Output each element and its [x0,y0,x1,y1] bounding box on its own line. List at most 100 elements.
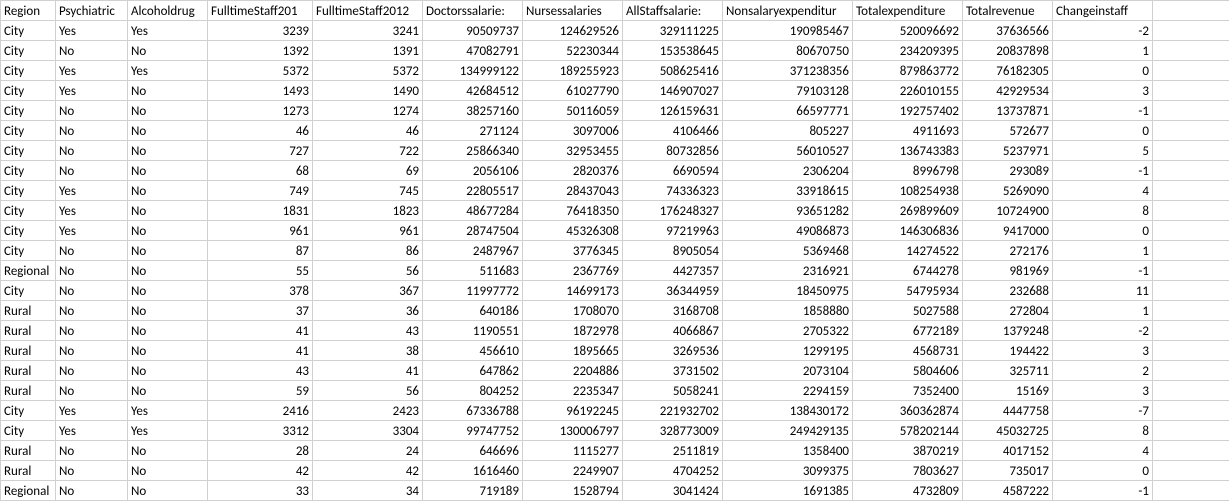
cell-blank[interactable] [1153,41,1229,61]
cell[interactable]: 3041424 [623,481,723,501]
cell[interactable]: 1691385 [723,481,853,501]
cell[interactable]: 2056106 [423,161,523,181]
cell-blank[interactable] [1153,341,1229,361]
cell[interactable]: 735017 [963,461,1053,481]
cell[interactable]: 1493 [208,81,313,101]
cell[interactable]: 61027790 [523,81,623,101]
cell[interactable]: -1 [1053,101,1153,121]
cell[interactable]: 1274 [313,101,423,121]
table-row[interactable]: CityNoNo72772225866340329534558073285656… [1,141,1229,161]
cell[interactable]: 572677 [963,121,1053,141]
cell[interactable]: 234209395 [853,41,963,61]
cell[interactable]: 37 [208,301,313,321]
cell[interactable]: 6744278 [853,261,963,281]
cell[interactable]: -1 [1053,261,1153,281]
table-row[interactable]: CityYesYes537253721349991221892559235086… [1,61,1229,81]
cell[interactable]: 3168708 [623,301,723,321]
cell[interactable]: Yes [128,401,208,421]
cell[interactable]: 2204886 [523,361,623,381]
cell-blank[interactable] [1153,381,1229,401]
cell[interactable]: 48677284 [423,201,523,221]
cell[interactable]: 2820376 [523,161,623,181]
cell[interactable]: No [128,361,208,381]
cell[interactable]: 36 [313,301,423,321]
cell-blank[interactable] [1153,81,1229,101]
cell[interactable]: 28437043 [523,181,623,201]
cell[interactable]: No [128,281,208,301]
cell[interactable]: 49086873 [723,221,853,241]
cell[interactable]: 3269536 [623,341,723,361]
cell[interactable]: 2235347 [523,381,623,401]
cell[interactable]: No [128,161,208,181]
cell[interactable]: No [128,101,208,121]
cell[interactable]: 41 [208,341,313,361]
cell[interactable]: 4017152 [963,441,1053,461]
cell[interactable]: 1273 [208,101,313,121]
cell[interactable]: 37636566 [963,21,1053,41]
cell[interactable]: 0 [1053,221,1153,241]
cell[interactable]: City [1,181,56,201]
table-row[interactable]: RuralNoNo5956804252223534750582412294159… [1,381,1229,401]
cell[interactable]: 1299195 [723,341,853,361]
cell[interactable]: Rural [1,381,56,401]
cell[interactable]: No [128,81,208,101]
cell-blank[interactable] [1153,141,1229,161]
table-row[interactable]: RegionalNoNo3334719189152879430414241691… [1,481,1229,501]
cell[interactable]: 727 [208,141,313,161]
cell[interactable]: No [56,161,128,181]
cell[interactable]: 93651282 [723,201,853,221]
cell[interactable]: 2073104 [723,361,853,381]
cell[interactable]: City [1,161,56,181]
cell[interactable]: 5372 [208,61,313,81]
cell[interactable]: 1 [1053,241,1153,261]
cell[interactable]: No [56,481,128,501]
cell[interactable]: 42 [313,461,423,481]
cell[interactable]: 0 [1053,461,1153,481]
cell[interactable]: No [128,141,208,161]
cell[interactable]: 4568731 [853,341,963,361]
cell[interactable]: 7803627 [853,461,963,481]
cell[interactable]: 508625416 [623,61,723,81]
cell[interactable]: No [56,41,128,61]
cell[interactable]: No [56,301,128,321]
cell[interactable]: 190985467 [723,21,853,41]
cell[interactable]: 722 [313,141,423,161]
cell[interactable]: 269899609 [853,201,963,221]
table-row[interactable]: CityNoNo12731274382571605011605912615963… [1,101,1229,121]
cell[interactable]: 96192245 [523,401,623,421]
data-table[interactable]: RegionPsychiatricAlcoholdrugFulltimeStaf… [0,0,1229,501]
column-header[interactable]: FulltimeStaff2012 [313,1,423,21]
cell[interactable]: 28 [208,441,313,461]
cell[interactable]: No [128,341,208,361]
cell[interactable]: No [128,481,208,501]
cell-blank[interactable] [1153,321,1229,341]
cell[interactable]: 138430172 [723,401,853,421]
cell[interactable]: No [56,441,128,461]
cell[interactable]: 3776345 [523,241,623,261]
cell[interactable]: 4911693 [853,121,963,141]
cell[interactable]: 4 [1053,441,1153,461]
table-row[interactable]: RuralNoNo4341647862220488637315022073104… [1,361,1229,381]
cell[interactable]: Yes [56,421,128,441]
cell[interactable]: 69 [313,161,423,181]
cell[interactable]: No [56,281,128,301]
cell[interactable]: 1831 [208,201,313,221]
cell[interactable]: 325711 [963,361,1053,381]
cell[interactable]: 136743383 [853,141,963,161]
cell[interactable]: No [128,221,208,241]
cell[interactable]: 0 [1053,61,1153,81]
cell[interactable]: 45032725 [963,421,1053,441]
cell[interactable]: 1391 [313,41,423,61]
cell[interactable]: 3 [1053,81,1153,101]
cell-blank[interactable] [1153,121,1229,141]
cell-blank[interactable] [1153,181,1229,201]
cell[interactable]: No [128,301,208,321]
cell[interactable]: 271124 [423,121,523,141]
cell[interactable]: 24 [313,441,423,461]
cell[interactable]: 4732809 [853,481,963,501]
cell[interactable]: 329111225 [623,21,723,41]
cell[interactable]: 4587222 [963,481,1053,501]
column-header[interactable]: Alcoholdrug [128,1,208,21]
cell[interactable]: 46 [313,121,423,141]
cell[interactable]: 55 [208,261,313,281]
